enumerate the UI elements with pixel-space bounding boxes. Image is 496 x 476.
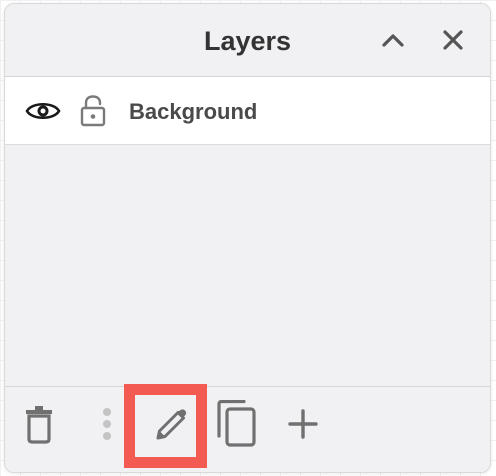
add-layer-button[interactable] bbox=[281, 401, 325, 447]
collapse-panel-button[interactable] bbox=[377, 24, 409, 56]
duplicate-layer-button[interactable] bbox=[215, 400, 259, 447]
layers-panel: Layers Background bbox=[4, 3, 491, 473]
toggle-visibility-button[interactable] bbox=[25, 95, 61, 127]
edit-layer-button[interactable] bbox=[150, 401, 194, 447]
panel-titlebar: Layers bbox=[5, 4, 490, 77]
panel-title: Layers bbox=[203, 26, 292, 56]
layer-list: Background bbox=[5, 77, 490, 389]
duplicate-icon bbox=[217, 400, 256, 447]
delete-layer-button[interactable] bbox=[17, 401, 61, 447]
close-panel-button[interactable] bbox=[437, 24, 469, 56]
toggle-lock-button[interactable] bbox=[75, 95, 111, 127]
chevron-up-icon bbox=[382, 34, 404, 47]
plus-icon bbox=[288, 409, 318, 439]
trash-icon bbox=[26, 406, 52, 444]
vertical-dots-icon bbox=[103, 408, 111, 440]
close-icon bbox=[443, 30, 463, 50]
pencil-icon bbox=[156, 409, 187, 440]
eye-icon bbox=[25, 102, 61, 120]
unlocked-padlock-icon bbox=[80, 95, 106, 127]
layer-row[interactable]: Background bbox=[5, 77, 490, 145]
more-options-button[interactable] bbox=[85, 401, 129, 447]
layer-name: Background bbox=[129, 99, 258, 124]
layers-toolbar bbox=[5, 386, 490, 472]
